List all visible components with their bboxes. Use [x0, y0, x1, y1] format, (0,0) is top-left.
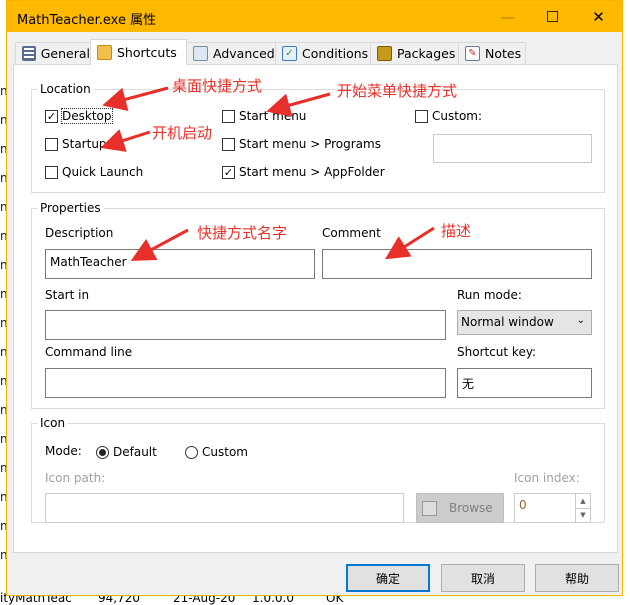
arrow [102, 86, 169, 111]
annotation-arrows [100, 86, 435, 261]
arrow [384, 226, 435, 260]
arrow [100, 129, 151, 152]
tab-label: Shortcuts [117, 45, 177, 60]
arrow [266, 92, 331, 117]
arrow [130, 228, 189, 261]
shortcuts-icon [97, 45, 112, 60]
tab-shortcuts[interactable]: Shortcuts [90, 39, 187, 65]
